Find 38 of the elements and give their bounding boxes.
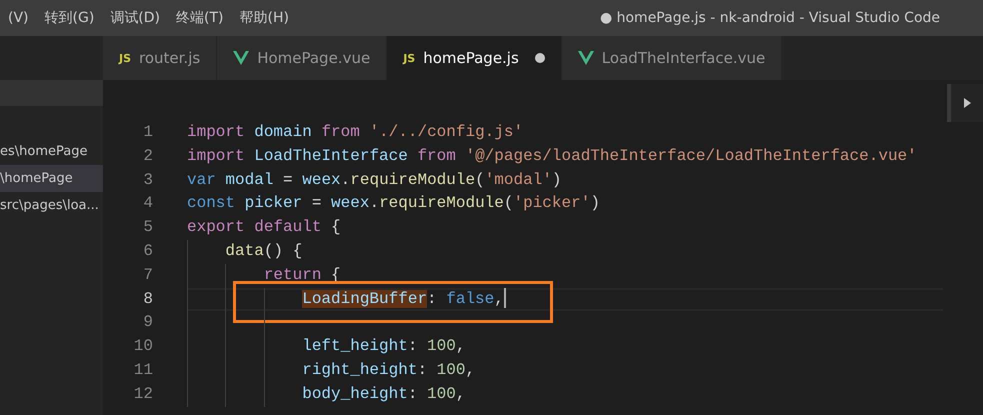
- line-number: 4: [142, 193, 154, 214]
- menu-item[interactable]: 调试(D): [102, 9, 168, 27]
- code-line: import LoadTheInterface from '@/pages/loadTheInterface/LoadTheInterface.vue': [187, 146, 917, 165]
- line-number: 8: [142, 288, 154, 310]
- sidebar-item[interactable]: \homePage: [0, 165, 103, 192]
- menu-item[interactable]: (V): [0, 10, 37, 26]
- menu-item[interactable]: 转到(G): [36, 9, 102, 27]
- js-file-icon: JS: [403, 52, 416, 64]
- js-file-icon: JS: [119, 52, 132, 64]
- side-panel[interactable]: [947, 84, 983, 122]
- vue-file-icon: [233, 51, 250, 65]
- editor-tab[interactable]: HomePage.vue: [217, 36, 388, 80]
- code-line: import domain from './../config.js': [187, 123, 524, 141]
- code-line: export default {: [187, 218, 341, 236]
- line-number: 2: [142, 146, 154, 167]
- editor-tab[interactable]: JS homePage.js: [387, 36, 562, 80]
- code-line: var modal = weex.requireModule('modal'): [187, 170, 562, 189]
- menu-item[interactable]: 帮助(H): [232, 9, 297, 27]
- line-number: 5: [142, 217, 154, 238]
- expand-arrow-icon: [964, 98, 970, 108]
- line-number: 9: [142, 312, 154, 334]
- code-line: const picker = weex.requireModule('picker'): [187, 194, 600, 212]
- code-line: body_height: 100,: [301, 384, 466, 403]
- line-number: 1: [142, 122, 154, 143]
- vue-file-icon: [578, 51, 594, 65]
- line-number: 11: [132, 360, 154, 381]
- editor-tab[interactable]: LoadTheInterface.vue: [562, 36, 782, 80]
- editor-tab[interactable]: JS router.js: [103, 36, 218, 80]
- window-title: ● homePage.js - nk-android - Visual Studio Code: [598, 10, 942, 26]
- code-line: left_height: 100,: [301, 337, 466, 356]
- line-number: 7: [142, 264, 154, 286]
- code-line: data() {: [224, 242, 302, 260]
- line-number: 3: [142, 170, 154, 191]
- code-line: right_height: 100,: [301, 360, 476, 379]
- line-number: 12: [132, 384, 154, 405]
- line-number: 6: [142, 240, 154, 262]
- line-number: 10: [132, 336, 154, 358]
- menu-item[interactable]: 终端(T): [168, 9, 232, 27]
